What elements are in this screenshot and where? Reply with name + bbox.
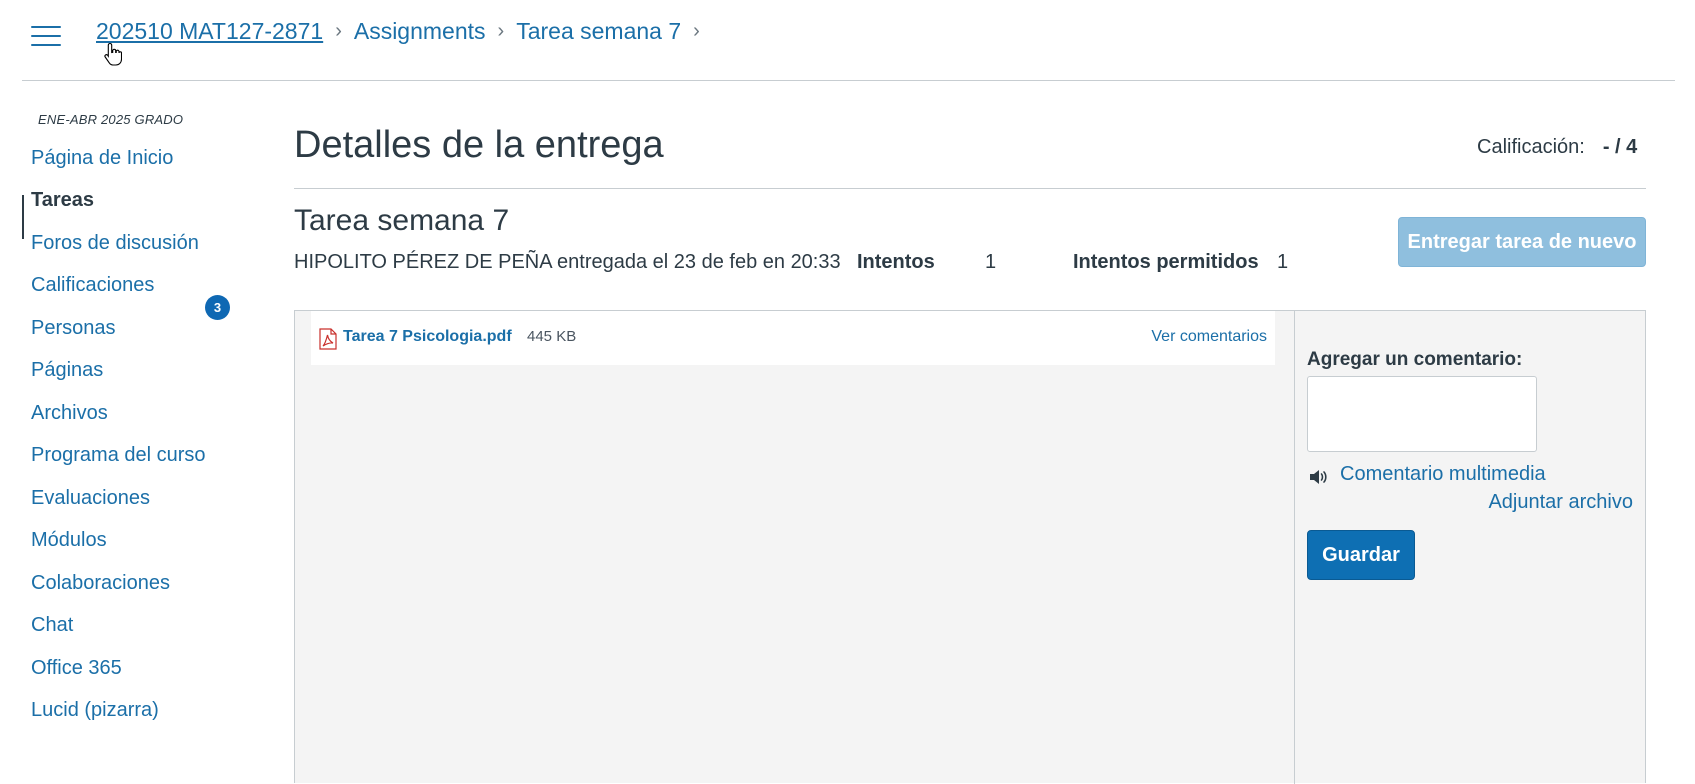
file-preview-header: Tarea 7 Psicologia.pdf 445 KB Ver coment… — [311, 311, 1275, 365]
notification-badge: 3 — [205, 295, 230, 320]
comment-label: Agregar un comentario: — [1307, 349, 1523, 370]
nav-item-programa[interactable]: Programa del curso — [31, 444, 206, 467]
attach-file-link[interactable]: Adjuntar archivo — [1488, 491, 1633, 514]
assignment-title: Tarea semana 7 — [294, 204, 510, 237]
chevron-right-icon: › — [497, 20, 505, 42]
breadcrumb-course[interactable]: 202510 MAT127-2871 — [96, 18, 323, 45]
nav-item-foros[interactable]: Foros de discusión — [31, 232, 199, 255]
nav-item-archivos[interactable]: Archivos — [31, 402, 108, 425]
course-navigation: ENE-ABR 2025 GRADO Página de Inicio Tare… — [22, 80, 252, 783]
allowed-attempts-value: 1 — [1277, 251, 1289, 273]
hamburger-menu-icon[interactable] — [31, 24, 61, 48]
top-header: 202510 MAT127-2871 › Assignments › Tarea… — [22, 0, 1675, 81]
allowed-attempts-label: Intentos permitidos — [1073, 251, 1259, 273]
nav-item-paginas[interactable]: Páginas — [31, 359, 103, 382]
nav-item-office-365[interactable]: Office 365 — [31, 657, 122, 680]
breadcrumb-assignment[interactable]: Tarea semana 7 — [516, 18, 681, 45]
panel-divider — [1294, 311, 1295, 784]
nav-item-chat[interactable]: Chat — [31, 614, 73, 637]
grade-display: Calificación: - / 4 — [1477, 136, 1637, 159]
comment-textarea[interactable] — [1307, 376, 1537, 452]
nav-item-tareas[interactable]: Tareas — [31, 189, 94, 212]
active-indicator — [22, 195, 24, 239]
nav-item-calificaciones[interactable]: Calificaciones — [31, 274, 154, 297]
chevron-right-icon: › — [335, 20, 342, 42]
page-title: Detalles de la entrega — [294, 124, 664, 166]
nav-item-inicio[interactable]: Página de Inicio — [31, 147, 173, 170]
divider — [294, 188, 1646, 189]
file-link[interactable]: Tarea 7 Psicologia.pdf — [343, 328, 512, 346]
breadcrumb-assignments[interactable]: Assignments — [354, 18, 486, 45]
submission-info: HIPOLITO PÉREZ DE PEÑA entregada el 23 d… — [294, 251, 841, 273]
media-comment-link[interactable]: Comentario multimedia — [1340, 463, 1546, 486]
save-button[interactable]: Guardar — [1307, 530, 1415, 580]
attempts-label: Intentos — [857, 251, 935, 273]
nav-item-lucid[interactable]: Lucid (pizarra) — [31, 699, 159, 722]
resubmit-button[interactable]: Entregar tarea de nuevo — [1398, 217, 1646, 267]
view-comments-link[interactable]: Ver comentarios — [1151, 328, 1267, 346]
file-size: 445 KB — [527, 328, 577, 345]
hand-pointer-cursor-icon — [104, 42, 122, 66]
nav-item-colaboraciones[interactable]: Colaboraciones — [31, 572, 170, 595]
chevron-right-icon: › — [693, 20, 700, 42]
grade-value: - / 4 — [1602, 136, 1638, 158]
term-label: ENE-ABR 2025 GRADO — [38, 112, 184, 127]
speaker-icon[interactable] — [1308, 468, 1328, 486]
pdf-file-icon — [319, 328, 337, 350]
nav-item-personas[interactable]: Personas — [31, 317, 116, 340]
breadcrumb: 202510 MAT127-2871 › Assignments › Tarea… — [96, 18, 712, 45]
nav-item-modulos[interactable]: Módulos — [31, 529, 107, 552]
submission-panel: Tarea 7 Psicologia.pdf 445 KB Ver coment… — [294, 310, 1646, 784]
grade-label: Calificación: — [1477, 136, 1585, 158]
nav-item-evaluaciones[interactable]: Evaluaciones — [31, 487, 150, 510]
attempts-value: 1 — [985, 251, 997, 273]
